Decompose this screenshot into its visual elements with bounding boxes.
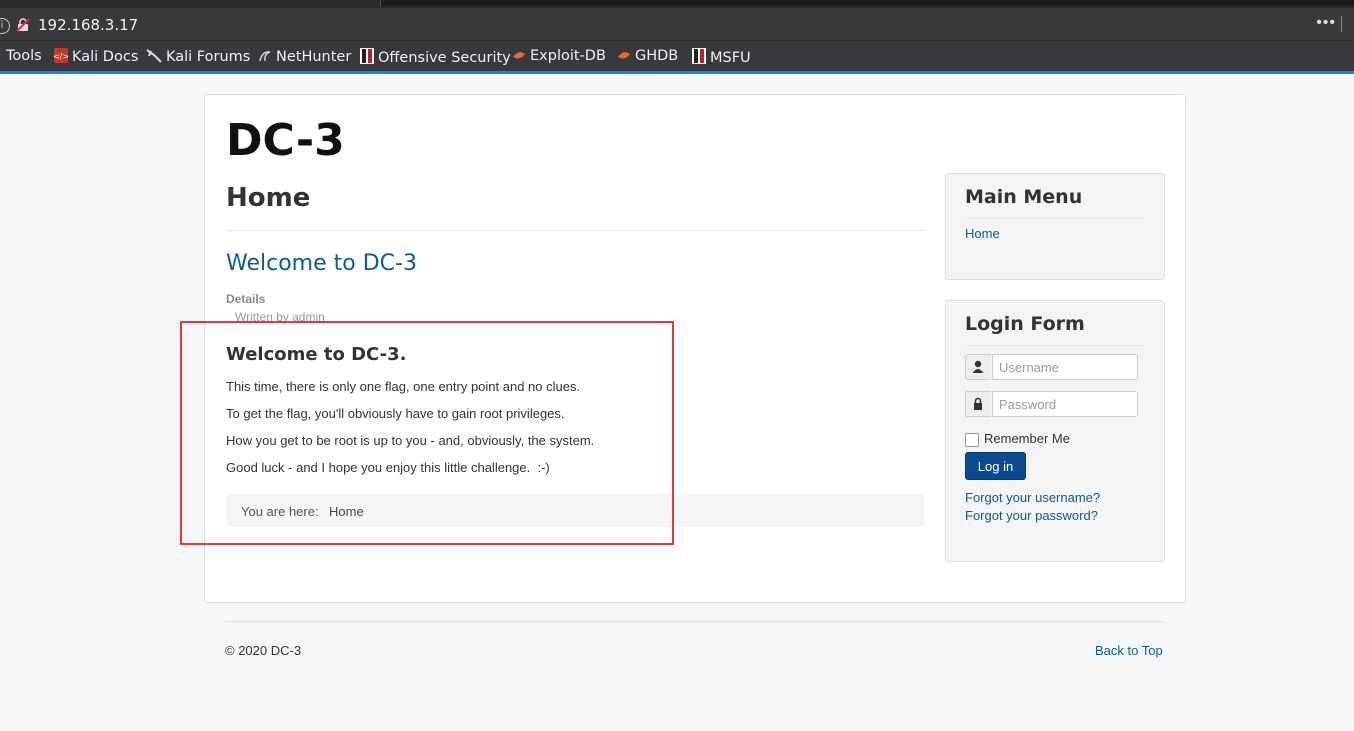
username-input[interactable] <box>992 354 1138 380</box>
bookmark-label: NetHunter <box>276 49 352 65</box>
username-group <box>965 354 1138 380</box>
login-form-title: Login Form <box>965 313 1085 335</box>
copyright: © 2020 DC-3 <box>225 643 302 658</box>
heading-divider <box>226 230 925 231</box>
breadcrumb-current: Home <box>329 504 364 519</box>
toolbar-overflow[interactable] <box>1341 16 1354 32</box>
breadcrumb-label: You are here: <box>241 504 319 519</box>
module-divider <box>965 345 1145 346</box>
article-paragraph: Good luck - and I hope you enjoy this li… <box>226 460 550 475</box>
user-icon <box>965 354 991 380</box>
bookmark-tools[interactable]: Tools <box>6 48 42 64</box>
module-divider <box>965 218 1145 219</box>
forgot-password-link[interactable]: Forgot your password? <box>965 508 1098 523</box>
article-paragraph: This time, there is only one flag, one e… <box>226 379 581 394</box>
remember-me-checkbox[interactable] <box>965 433 979 447</box>
page-viewport: DC-3 Home Welcome to DC-3 Details Writte… <box>0 74 1354 731</box>
insecure-connection-icon[interactable] <box>16 18 30 32</box>
article-paragraph: How you get to be root is up to you - an… <box>226 433 595 448</box>
forgot-username-link[interactable]: Forgot your username? <box>965 490 1100 505</box>
article-title-link[interactable]: Welcome to DC-3 <box>226 251 417 276</box>
article-paragraph: To get the flag, you'll obviously have t… <box>226 406 565 421</box>
tab-strip[interactable] <box>380 0 1354 6</box>
bookmark-kali-forums[interactable]: Kali Forums <box>146 48 250 65</box>
exploit-db-icon <box>513 52 525 59</box>
footer-divider <box>225 621 1165 622</box>
kali-dragon-icon <box>146 49 162 63</box>
bookmark-nethunter[interactable]: NetHunter <box>258 48 351 65</box>
bookmark-label: Kali Docs <box>72 49 139 65</box>
back-to-top-link[interactable]: Back to Top <box>1095 643 1163 658</box>
bookmark-offensive-security[interactable]: Offensive Security <box>360 48 511 66</box>
details-label: Details <box>226 292 266 306</box>
bookmark-label: GHDB <box>635 48 679 64</box>
bookmark-label: Offensive Security <box>378 50 511 66</box>
password-group <box>965 391 1138 417</box>
bookmark-label: MSFU <box>710 50 751 66</box>
login-button[interactable]: Log in <box>965 452 1026 480</box>
site-title[interactable]: DC-3 <box>226 115 345 166</box>
content-card: DC-3 Home Welcome to DC-3 Details Writte… <box>204 94 1186 603</box>
page-actions-menu-icon[interactable]: ••• <box>1316 14 1336 32</box>
bookmarks-toolbar: Tools </> Kali Docs Kali Forums NetHunter… <box>0 40 1354 73</box>
offensive-security-icon <box>360 48 374 64</box>
bookmark-ghdb[interactable]: GHDB <box>617 48 678 64</box>
page-heading: Home <box>226 183 311 213</box>
author-info: Written by admin <box>235 310 325 324</box>
nethunter-icon <box>259 51 271 62</box>
lock-icon <box>965 391 991 417</box>
main-menu-module: Main Menu Home <box>945 173 1165 280</box>
bookmark-exploit-db[interactable]: Exploit-DB <box>512 48 606 64</box>
svg-text:</>: </> <box>54 52 68 61</box>
msfu-icon <box>692 48 706 64</box>
password-input[interactable] <box>992 391 1138 417</box>
browser-tab-bar <box>0 0 1354 8</box>
bookmark-label: Tools <box>6 48 42 64</box>
bookmark-label: Kali Forums <box>166 49 251 65</box>
login-form-module: Login Form Remember Me Log in Forgot you… <box>945 300 1165 562</box>
bookmark-kali-docs[interactable]: </> Kali Docs <box>54 48 138 65</box>
main-menu-title: Main Menu <box>965 186 1083 208</box>
bookmark-msfu[interactable]: MSFU <box>692 48 751 66</box>
article-heading: Welcome to DC-3. <box>226 344 407 365</box>
url-bar[interactable]: i 192.168.3.17 ••• <box>0 8 1354 40</box>
info-icon[interactable]: i <box>0 18 10 34</box>
bookmark-label: Exploit-DB <box>530 48 606 64</box>
ghdb-icon <box>618 52 630 59</box>
url-text[interactable]: 192.168.3.17 <box>38 16 138 34</box>
menu-item-home[interactable]: Home <box>965 226 1000 241</box>
breadcrumb: You are here: Home <box>226 494 925 527</box>
remember-me-label[interactable]: Remember Me <box>984 431 1070 446</box>
kali-docs-icon: </> <box>54 48 68 63</box>
